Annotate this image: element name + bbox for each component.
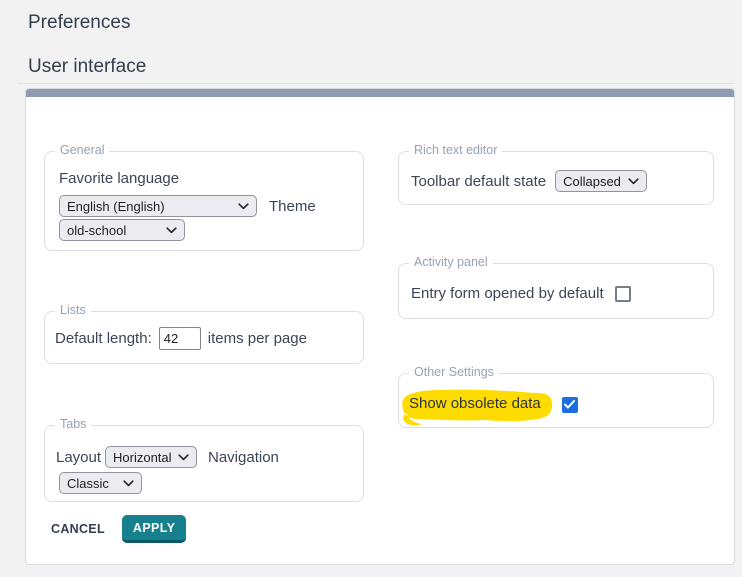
apply-button[interactable]: APPLY (122, 515, 187, 543)
fieldset-tabs-legend: Tabs (55, 417, 91, 431)
fieldset-lists-legend: Lists (55, 303, 91, 317)
entry-form-checkbox[interactable] (615, 286, 631, 302)
fieldset-other-settings: Other Settings Show obsolete data (398, 373, 714, 428)
chevron-down-icon (628, 178, 639, 185)
fieldset-rich-text-editor: Rich text editor Toolbar default state C… (398, 151, 714, 205)
navigation-label: Navigation (208, 449, 279, 466)
page-title: Preferences (28, 12, 130, 34)
toolbar-state-value: Collapsed (563, 174, 621, 189)
show-obsolete-checkbox[interactable] (562, 397, 578, 413)
favorite-language-label: Favorite language (59, 170, 179, 187)
default-length-label: Default length: (55, 330, 152, 347)
fieldset-rich-text-editor-legend: Rich text editor (409, 143, 502, 157)
fieldset-general: General Favorite language English (Engli… (44, 151, 364, 251)
theme-label: Theme (269, 198, 316, 215)
layout-label: Layout (56, 449, 101, 466)
toolbar-state-label: Toolbar default state (411, 173, 546, 190)
header-divider (18, 83, 735, 84)
panel-top-bar (26, 89, 734, 97)
toolbar-state-select[interactable]: Collapsed (555, 170, 647, 192)
fieldset-tabs: Tabs Layout Horizontal Navigation Classi… (44, 425, 364, 502)
show-obsolete-label-wrapper: Show obsolete data (405, 391, 547, 418)
fieldset-lists: Lists Default length: items per page (44, 311, 364, 364)
show-obsolete-label: Show obsolete data (409, 395, 541, 412)
navigation-select[interactable]: Classic (59, 472, 142, 494)
chevron-down-icon (166, 227, 177, 234)
navigation-value: Classic (67, 476, 109, 491)
favorite-language-value: English (English) (67, 199, 165, 214)
chevron-down-icon (238, 203, 249, 210)
fieldset-other-settings-legend: Other Settings (409, 365, 499, 379)
form-actions: CANCEL APPLY (51, 515, 186, 543)
layout-value: Horizontal (113, 450, 172, 465)
chevron-down-icon (123, 480, 134, 487)
default-length-input[interactable] (159, 327, 201, 350)
check-icon (564, 400, 575, 409)
theme-value: old-school (67, 223, 126, 238)
theme-select[interactable]: old-school (59, 219, 185, 241)
fieldset-activity-panel: Activity panel Entry form opened by defa… (398, 263, 714, 319)
entry-form-label: Entry form opened by default (411, 285, 604, 302)
layout-select[interactable]: Horizontal (105, 446, 197, 468)
section-title: User interface (28, 56, 146, 78)
fieldset-general-legend: General (55, 143, 109, 157)
preferences-panel: General Favorite language English (Engli… (25, 88, 735, 565)
items-per-page-label: items per page (208, 330, 307, 347)
cancel-button[interactable]: CANCEL (51, 522, 105, 536)
favorite-language-select[interactable]: English (English) (59, 195, 257, 217)
chevron-down-icon (178, 454, 189, 461)
fieldset-activity-panel-legend: Activity panel (409, 255, 493, 269)
